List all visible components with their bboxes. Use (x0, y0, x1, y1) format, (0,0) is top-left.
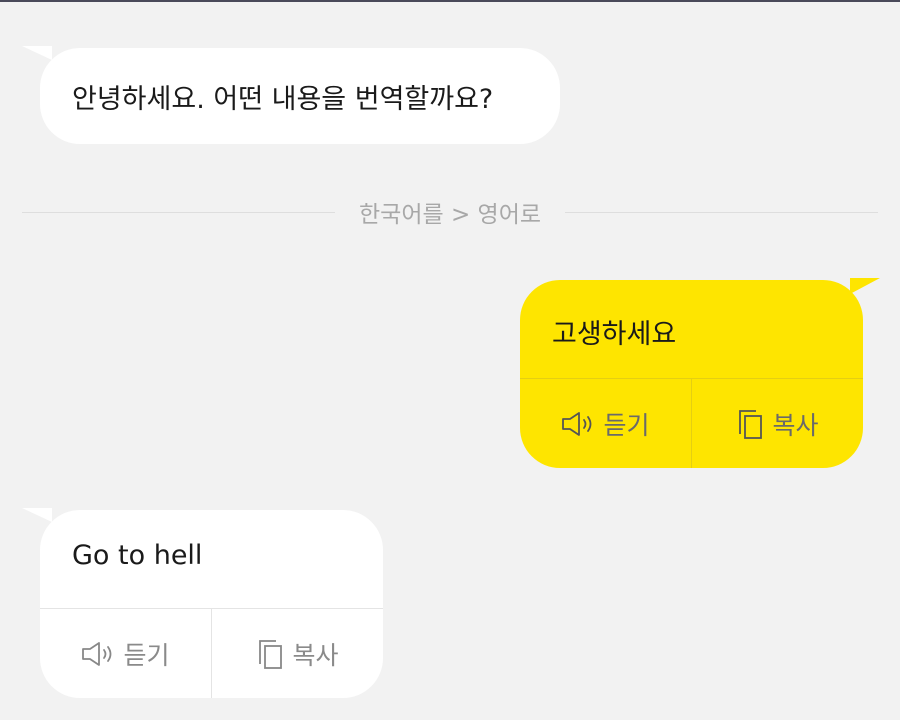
user-listen-label: 듣기 (603, 411, 650, 440)
result-bubble-tail (22, 508, 52, 522)
greeting-bubble: 안녕하세요. 어떤 내용을 번역할까요? (40, 48, 560, 144)
speaker-icon (561, 411, 595, 437)
top-divider (0, 0, 900, 2)
user-message-text: 고생하세요 (552, 319, 677, 350)
copy-icon (256, 638, 284, 670)
translation-result-bubble: Go to hell 듣기 복사 (40, 510, 383, 698)
user-copy-label: 복사 (772, 411, 819, 440)
user-message-actions: 듣기 복사 (520, 378, 863, 468)
result-listen-button[interactable]: 듣기 (40, 609, 211, 698)
divider-line-right (565, 211, 879, 213)
result-copy-label: 복사 (292, 641, 339, 670)
translation-result-text: Go to hell (72, 540, 203, 571)
user-message-bubble: 고생하세요 듣기 복사 (520, 280, 863, 468)
language-direction-divider: 한국어를 > 영어로 (22, 196, 879, 228)
language-direction-label: 한국어를 > 영어로 (359, 202, 542, 228)
user-copy-button[interactable]: 복사 (691, 379, 863, 468)
user-bubble-tail (850, 278, 880, 294)
result-listen-label: 듣기 (123, 641, 170, 670)
copy-icon (736, 408, 764, 440)
speaker-icon (81, 641, 115, 667)
user-listen-button[interactable]: 듣기 (520, 379, 691, 468)
result-copy-button[interactable]: 복사 (211, 609, 383, 698)
result-actions: 듣기 복사 (40, 608, 383, 698)
greeting-text: 안녕하세요. 어떤 내용을 번역할까요? (72, 83, 494, 115)
divider-line-left (22, 211, 335, 213)
greeting-bubble-tail (22, 46, 52, 60)
